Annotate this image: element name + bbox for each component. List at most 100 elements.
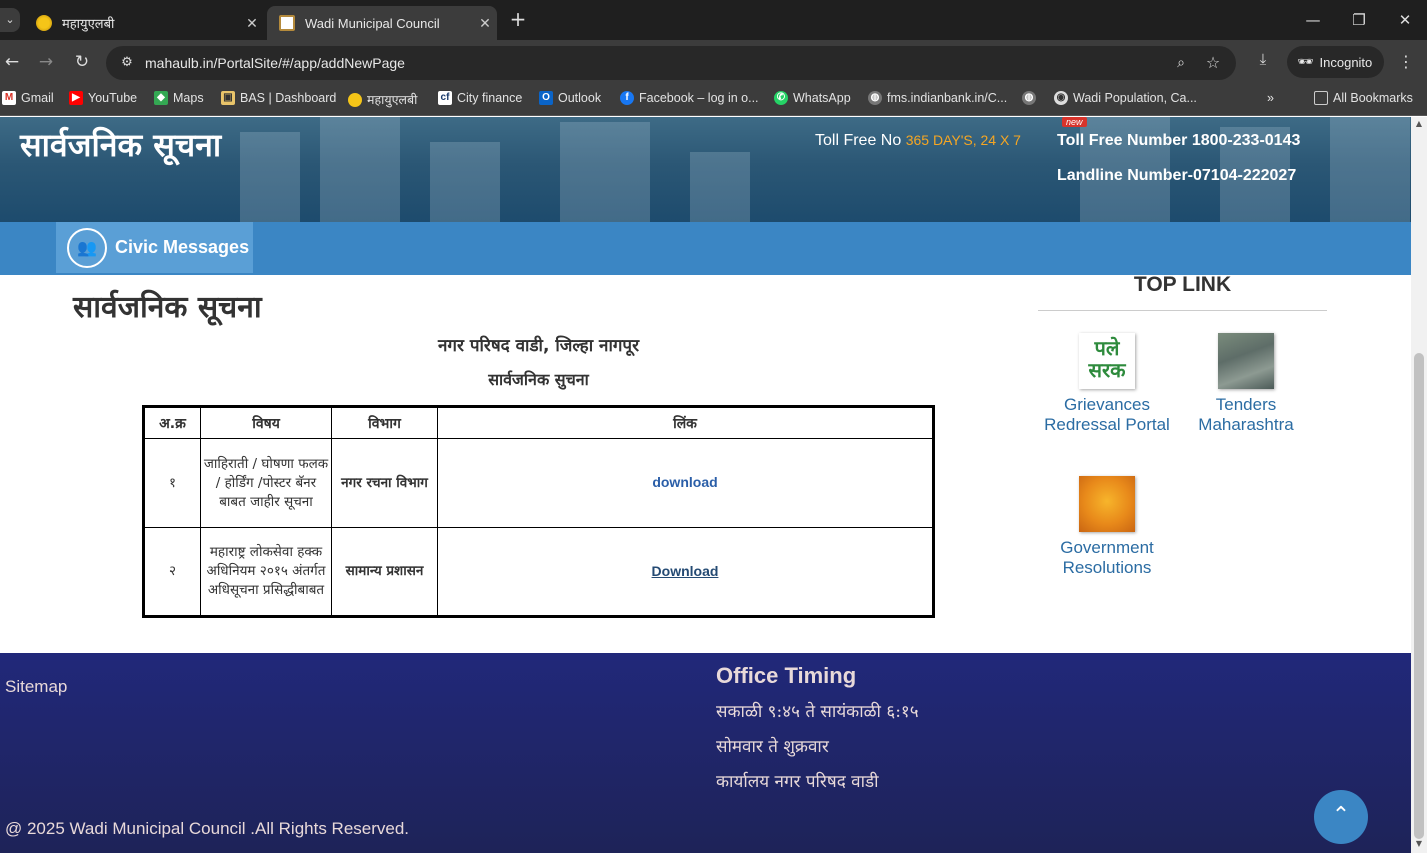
top-link-label: Tenders Maharashtra (1198, 395, 1294, 434)
download-link[interactable]: download (652, 474, 717, 490)
bookmark-wadi-population[interactable]: ◉ Wadi Population, Ca... (1054, 91, 1197, 105)
bookmark-gmail[interactable]: M Gmail (2, 91, 54, 105)
users-icon: 👥 (67, 227, 107, 268)
civic-messages-button[interactable]: 👥 Civic Messages (56, 222, 253, 273)
top-link-label: Grievances Redressal Portal (1044, 395, 1170, 434)
bookmark-whatsapp[interactable]: ✆ WhatsApp (774, 91, 851, 105)
browser-tab-bar: ⌄ महायुएलबी ✕ Wadi Municipal Council ✕ +… (0, 0, 1427, 40)
top-link-title: TOP LINK (1133, 273, 1232, 296)
civic-messages-label: Civic Messages (115, 237, 250, 257)
government-resolutions-emblem (1079, 476, 1135, 532)
table-row: १ जाहिराती / घोषणा फलक / होर्डिंग /पोस्ट… (143, 438, 934, 528)
landline-number: Landline Number-07104-222027 (1057, 167, 1297, 184)
bookmark-facebook[interactable]: f Facebook – log in o... (620, 91, 759, 105)
scroll-to-top-button[interactable]: ⌃ (1314, 790, 1368, 844)
bookmark-city-finance[interactable]: cf City finance (438, 91, 522, 105)
restore-icon[interactable]: ❐ (1347, 8, 1371, 32)
minimize-icon[interactable]: — (1301, 8, 1325, 32)
bookmark-youtube[interactable]: ▶ YouTube (69, 91, 137, 105)
incognito-indicator[interactable]: 🕶 Incognito (1287, 46, 1385, 78)
bookmark-label: Outlook (558, 91, 602, 105)
column-header: लिंक (437, 406, 934, 439)
row-subject: जाहिराती / घोषणा फलक / होर्डिंग /पोस्टर … (200, 438, 332, 528)
more-bookmarks-icon[interactable]: » (1267, 91, 1274, 105)
bookmark-outlook[interactable]: O Outlook (539, 91, 601, 105)
bookmark-label: Facebook – log in o... (639, 91, 759, 105)
youtube-icon: ▶ (69, 91, 83, 105)
cityfinance-icon: cf (438, 91, 452, 105)
tab-search-icon[interactable]: ⌄ (0, 8, 20, 32)
download-link[interactable]: Download (652, 563, 719, 579)
page-scrollbar[interactable]: ▲ ▼ (1411, 117, 1427, 853)
sitemap-link[interactable]: Sitemap (5, 677, 67, 697)
back-icon[interactable]: ← (0, 50, 24, 74)
top-link-tenders[interactable]: Tenders Maharashtra (1181, 333, 1311, 434)
new-tab-button[interactable]: + (506, 8, 530, 32)
grievances-logo: पले सरक (1079, 333, 1135, 389)
top-link-government-resolutions[interactable]: Government Resolutions (1042, 476, 1172, 577)
incognito-icon: 🕶 (1297, 54, 1314, 69)
notices-table: अ.क्र विषय विभाग लिंक १ जाहिराती / घोषणा… (142, 405, 935, 618)
scrollbar-thumb[interactable] (1414, 353, 1424, 839)
copyright-text: @ 2025 Wadi Municipal Council .All Right… (5, 819, 410, 838)
scroll-up-arrow-icon[interactable]: ▲ (1411, 119, 1427, 128)
bookmark-label: YouTube (88, 91, 138, 105)
all-bookmarks[interactable]: All Bookmarks (1314, 91, 1413, 105)
address-bar[interactable]: ⚙ mahaulb.in/PortalSite/#/app/addNewPage… (106, 46, 1236, 80)
close-icon[interactable]: ✕ (473, 15, 497, 32)
row-department: सामान्य प्रशासन (331, 527, 438, 617)
gold-emblem-icon (36, 15, 52, 31)
bookmark-label: Wadi Population, Ca... (1073, 91, 1197, 105)
office-name: कार्यालय नगर परिषद वाडी (716, 772, 879, 792)
tab-mahaulb[interactable]: महायुएलबी ✕ (24, 6, 264, 40)
bookmark-bas[interactable]: ▣ BAS | Dashboard (221, 91, 336, 105)
nav-band: 👥 Civic Messages (0, 222, 1411, 275)
toll-free-text: Toll Free No (815, 132, 902, 149)
grievances-logo-text: पले सरक (1088, 336, 1126, 382)
forward-icon[interactable]: → (34, 50, 58, 74)
bas-icon: ▣ (221, 91, 235, 105)
bookmarks-bar: M Gmail ▶ YouTube ◆ Maps ▣ BAS | Dashboa… (0, 84, 1427, 116)
top-link-label: Government Resolutions (1060, 538, 1154, 577)
row-number: २ (143, 527, 201, 617)
office-timing-title: Office Timing (716, 663, 857, 688)
notice-subtitle: सार्वजनिक सुचना (488, 370, 589, 389)
bookmark-globe[interactable]: ◍ (1022, 91, 1036, 105)
bookmark-mahaulb[interactable]: महायुएलबी (348, 91, 417, 108)
row-number: १ (143, 438, 201, 528)
header-title: सार्वजनिक सूचना (20, 126, 222, 164)
globe-icon: ◍ (868, 91, 882, 105)
close-icon[interactable]: ✕ (240, 15, 264, 32)
footer: Sitemap Office Timing सकाळी ९:४५ ते सायं… (0, 653, 1411, 853)
council-subtitle: नगर परिषद वाडी, जिल्हा नागपूर (437, 336, 640, 356)
facebook-icon: f (620, 91, 634, 105)
top-link-grievances[interactable]: पले सरक Grievances Redressal Portal (1042, 333, 1172, 434)
zoom-icon[interactable]: ⌕ (1170, 52, 1192, 74)
url-text[interactable]: mahaulb.in/PortalSite/#/app/addNewPage (145, 55, 405, 71)
incognito-label: Incognito (1319, 54, 1373, 70)
tab-wadi-council[interactable]: Wadi Municipal Council ✕ (267, 6, 497, 40)
toll-free-number: Toll Free Number 1800-233-0143 (1057, 132, 1301, 149)
toll-free-label: Toll Free No 365 DAY'S, 24 X 7 (815, 132, 1021, 150)
bookmark-fms[interactable]: ◍ fms.indianbank.in/C... (868, 91, 1007, 105)
download-icon[interactable]: ⤓ (1252, 50, 1274, 72)
close-window-icon[interactable]: ✕ (1393, 8, 1417, 32)
bookmark-label: All Bookmarks (1333, 91, 1413, 105)
table-header-row: अ.क्र विषय विभाग लिंक (143, 406, 934, 439)
office-days: सोमवार ते शुक्रवार (716, 737, 829, 757)
menu-icon[interactable]: ⋮ (1396, 52, 1416, 72)
column-header: विषय (200, 406, 332, 439)
gold-emblem-icon (348, 92, 362, 107)
bookmark-maps[interactable]: ◆ Maps (154, 91, 204, 105)
scroll-down-arrow-icon[interactable]: ▼ (1411, 839, 1427, 848)
office-hours: सकाळी ९:४५ ते सायंकाळी ६:१५ (716, 702, 919, 722)
chevron-up-icon: ⌃ (1331, 803, 1351, 828)
maps-icon: ◆ (154, 91, 168, 105)
bookmark-star-icon[interactable]: ☆ (1202, 52, 1224, 74)
site-info-icon[interactable]: ⚙ (116, 52, 138, 74)
reload-icon[interactable]: ↻ (70, 50, 94, 74)
whatsapp-icon: ✆ (774, 91, 788, 105)
web-page: सार्वजनिक सूचना Toll Free No 365 DAY'S, … (0, 117, 1411, 853)
globe-icon: ◍ (1022, 91, 1036, 105)
bookmark-label: City finance (457, 91, 523, 105)
